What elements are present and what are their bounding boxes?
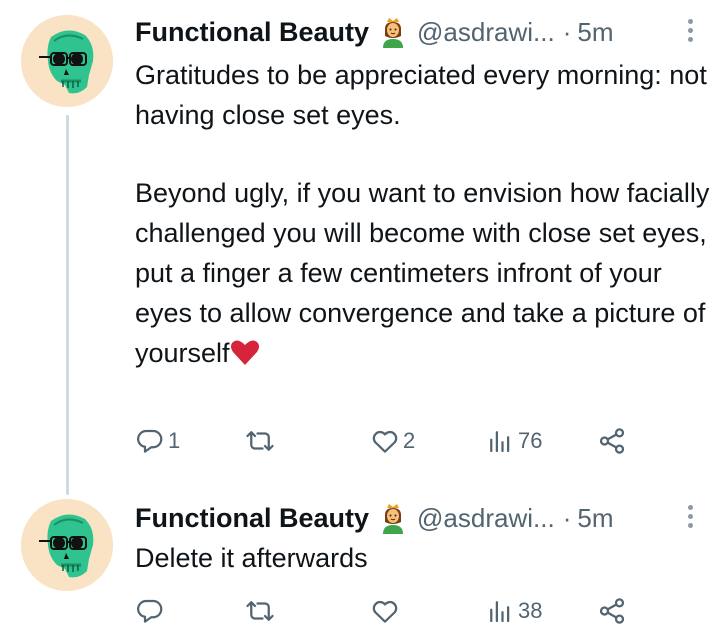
tweet-actions: 38 (135, 595, 720, 627)
avatar[interactable] (21, 15, 113, 107)
retweet-button[interactable] (245, 425, 278, 457)
reply-icon (137, 599, 163, 623)
retweet-icon (246, 431, 274, 451)
retweet-icon (246, 601, 274, 621)
tweet-paragraph: Beyond ugly, if you want to envision how… (135, 178, 710, 368)
tweet-paragraph: Gratitudes to be appreciated every morni… (135, 60, 707, 130)
tweet[interactable]: Functional Beauty @asdrawi... · 5m Grati… (0, 0, 720, 490)
author-name[interactable]: Functional Beauty (135, 503, 369, 534)
author-handle[interactable]: @asdrawi... (417, 17, 555, 48)
separator-dot: · (562, 502, 572, 533)
timestamp[interactable]: 5m (577, 17, 613, 48)
author-handle[interactable]: @asdrawi... (417, 503, 555, 534)
heart-icon (372, 430, 398, 453)
tweet-text: Gratitudes to be appreciated every morni… (135, 55, 710, 373)
share-icon (599, 598, 625, 624)
tweet[interactable]: Functional Beauty @asdrawi... · 5m Delet… (0, 490, 720, 630)
reply-count: 1 (168, 428, 181, 453)
view-count: 76 (518, 428, 543, 453)
timestamp[interactable]: 5m (577, 503, 613, 534)
tweet-header: Functional Beauty @asdrawi... · 5m (135, 14, 720, 50)
reply-icon (137, 429, 163, 453)
more-options-icon[interactable] (688, 505, 694, 529)
person-with-crown-emoji-icon (379, 16, 407, 48)
share-icon (599, 428, 625, 454)
person-with-crown-emoji-icon (379, 502, 407, 534)
views-chart-icon (490, 431, 510, 453)
author-name[interactable]: Functional Beauty (135, 17, 369, 48)
views-button[interactable]: 76 (485, 425, 542, 457)
separator-dot: · (562, 16, 572, 47)
tweet-header: Functional Beauty @asdrawi... · 5m (135, 500, 720, 536)
views-button[interactable]: 38 (485, 595, 542, 627)
views-chart-icon (490, 601, 510, 623)
like-count: 2 (403, 428, 416, 453)
view-count: 38 (518, 598, 543, 623)
skull-avatar-icon (21, 499, 113, 591)
share-button[interactable] (597, 425, 627, 457)
skull-avatar-icon (21, 15, 113, 107)
heart-icon (372, 600, 398, 623)
reply-button[interactable]: 1 (135, 425, 180, 457)
retweet-button[interactable] (245, 595, 278, 627)
reply-button[interactable] (135, 595, 168, 627)
like-button[interactable]: 2 (370, 425, 415, 457)
tweet-paragraph: Delete it afterwards (135, 543, 368, 573)
red-heart-emoji-icon (230, 340, 259, 365)
share-button[interactable] (597, 595, 627, 627)
avatar[interactable] (21, 499, 113, 591)
tweet-text: Delete it afterwards (135, 538, 710, 578)
tweet-paragraph-with-emoji: Beyond ugly, if you want to envision how… (135, 173, 710, 373)
tweet-actions: 1 2 76 (135, 425, 720, 457)
more-options-icon[interactable] (688, 19, 694, 43)
like-button[interactable] (370, 595, 403, 627)
